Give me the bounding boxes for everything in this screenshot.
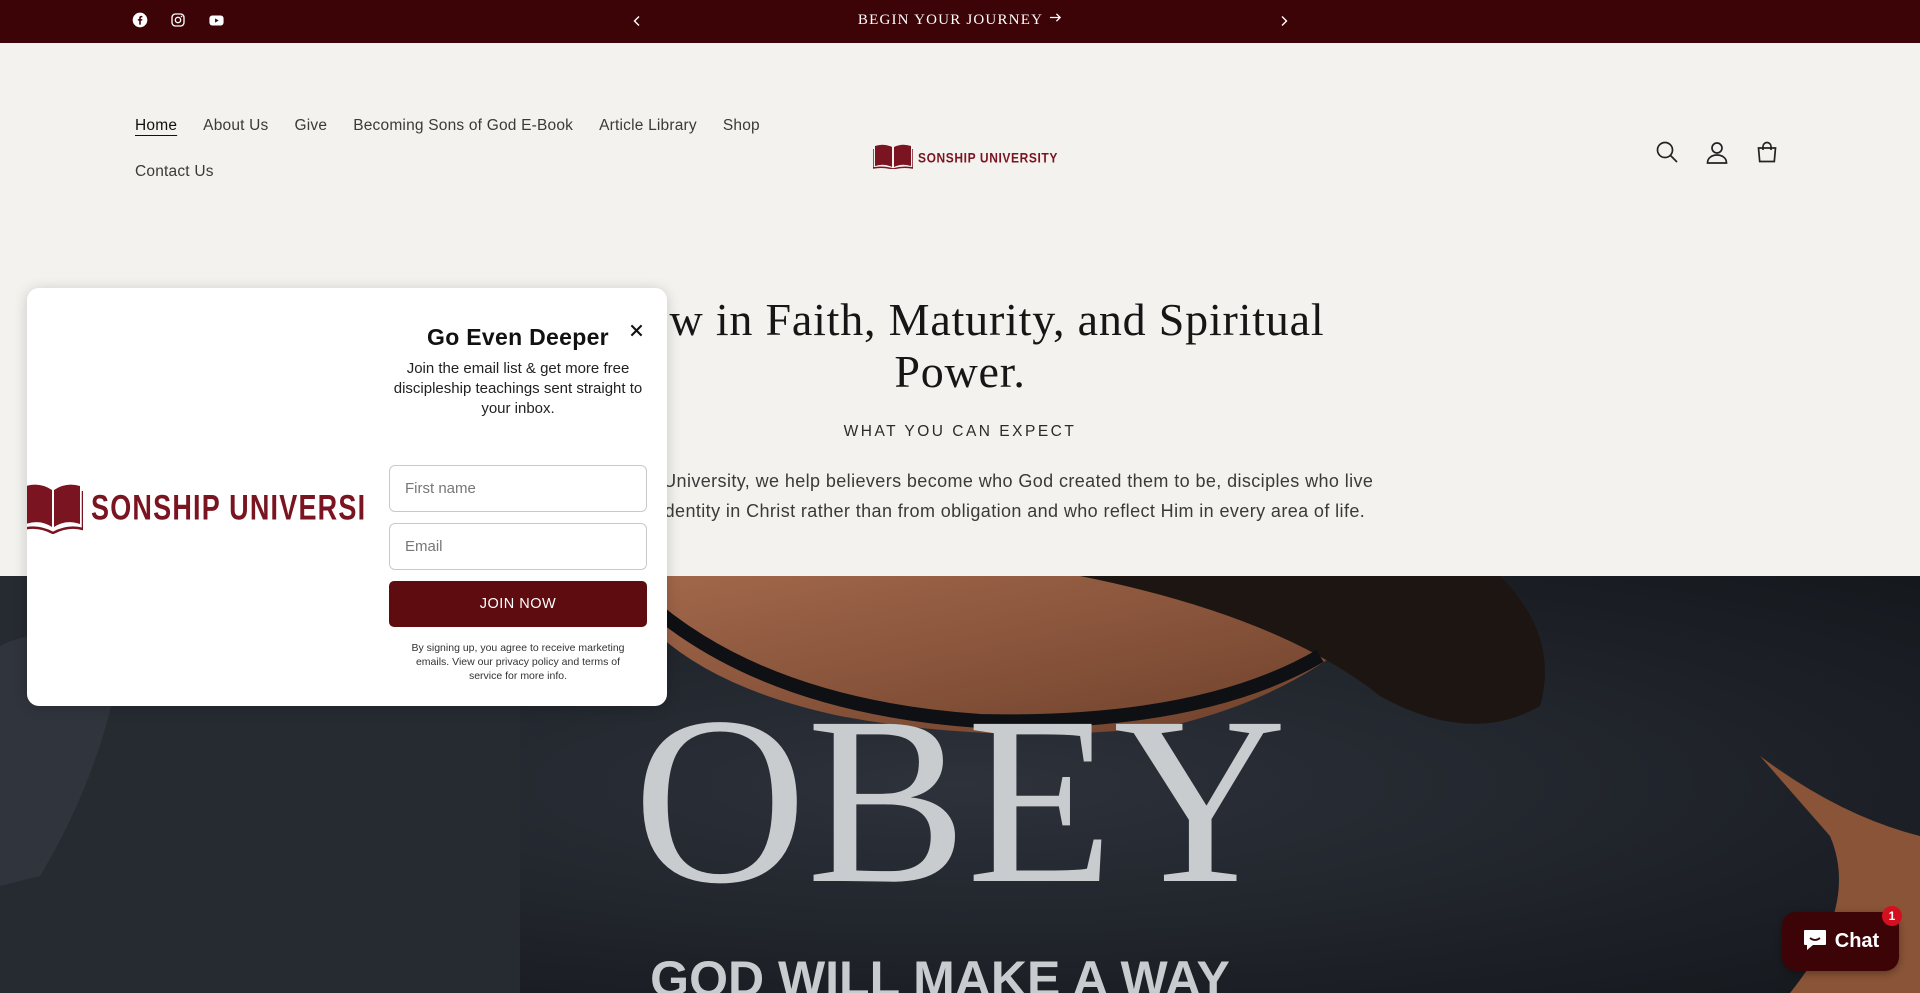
- open-book-icon: [872, 141, 914, 174]
- first-name-field[interactable]: [389, 465, 647, 512]
- search-icon[interactable]: [1654, 139, 1680, 165]
- popup-logo-text: SONSHIP UNIVERSI: [91, 488, 367, 528]
- close-icon: [630, 324, 642, 336]
- email-field[interactable]: [389, 523, 647, 570]
- site-logo[interactable]: SONSHIP UNIVERSITY: [872, 141, 1058, 174]
- chat-bubble-icon: [1802, 927, 1828, 956]
- shirt-print: OBEY: [633, 667, 1286, 933]
- announcement-next-button[interactable]: [1275, 12, 1293, 30]
- account-icon[interactable]: [1704, 139, 1730, 165]
- popup-text: Join the email list & get more free disc…: [393, 360, 643, 417]
- popup-title: Go Even Deeper: [427, 324, 609, 350]
- chat-unread-badge: 1: [1882, 906, 1902, 926]
- nav-item-give[interactable]: Give: [295, 115, 328, 137]
- main-nav: Home About Us Give Becoming Sons of God …: [135, 115, 815, 183]
- shirt-print-sub: GOD WILL MAKE A WAY: [650, 951, 1230, 993]
- hero-description: At Sonship University, we help believers…: [566, 471, 1374, 521]
- chat-button[interactable]: Chat: [1782, 912, 1899, 971]
- site-header: Home About Us Give Becoming Sons of God …: [0, 43, 1920, 258]
- nav-item-article-library[interactable]: Article Library: [599, 115, 697, 137]
- popup-legal-text: By signing up, you agree to receive mark…: [411, 642, 625, 682]
- header-actions: [1654, 139, 1780, 165]
- nav-item-home[interactable]: Home: [135, 115, 177, 137]
- close-popup-button[interactable]: [619, 313, 653, 347]
- nav-item-about-us[interactable]: About Us: [203, 115, 268, 137]
- nav-item-ebook[interactable]: Becoming Sons of God E-Book: [353, 115, 573, 137]
- arrow-right-icon: [1049, 11, 1062, 29]
- hero-heading: Grow in Faith, Maturity, and Spiritual P…: [595, 294, 1325, 397]
- popup-form: Go Even Deeper Join the email list & get…: [378, 324, 658, 683]
- announcement-message: BEGIN YOUR JOURNEY: [0, 11, 1920, 29]
- newsletter-popup: SONSHIP UNIVERSI Go Even Deeper Join the…: [27, 288, 667, 706]
- logo-text: SONSHIP UNIVERSITY: [918, 149, 1058, 166]
- open-book-icon: [27, 478, 85, 539]
- announcement-link[interactable]: BEGIN YOUR JOURNEY: [858, 12, 1062, 28]
- nav-item-shop[interactable]: Shop: [723, 115, 760, 137]
- announcement-bar: BEGIN YOUR JOURNEY: [0, 0, 1920, 43]
- popup-logo: SONSHIP UNIVERSI: [27, 478, 366, 539]
- join-now-button[interactable]: JOIN NOW: [389, 581, 647, 627]
- cart-icon[interactable]: [1754, 139, 1780, 165]
- nav-item-contact-us[interactable]: Contact Us: [135, 161, 214, 183]
- chat-label: Chat: [1834, 930, 1880, 952]
